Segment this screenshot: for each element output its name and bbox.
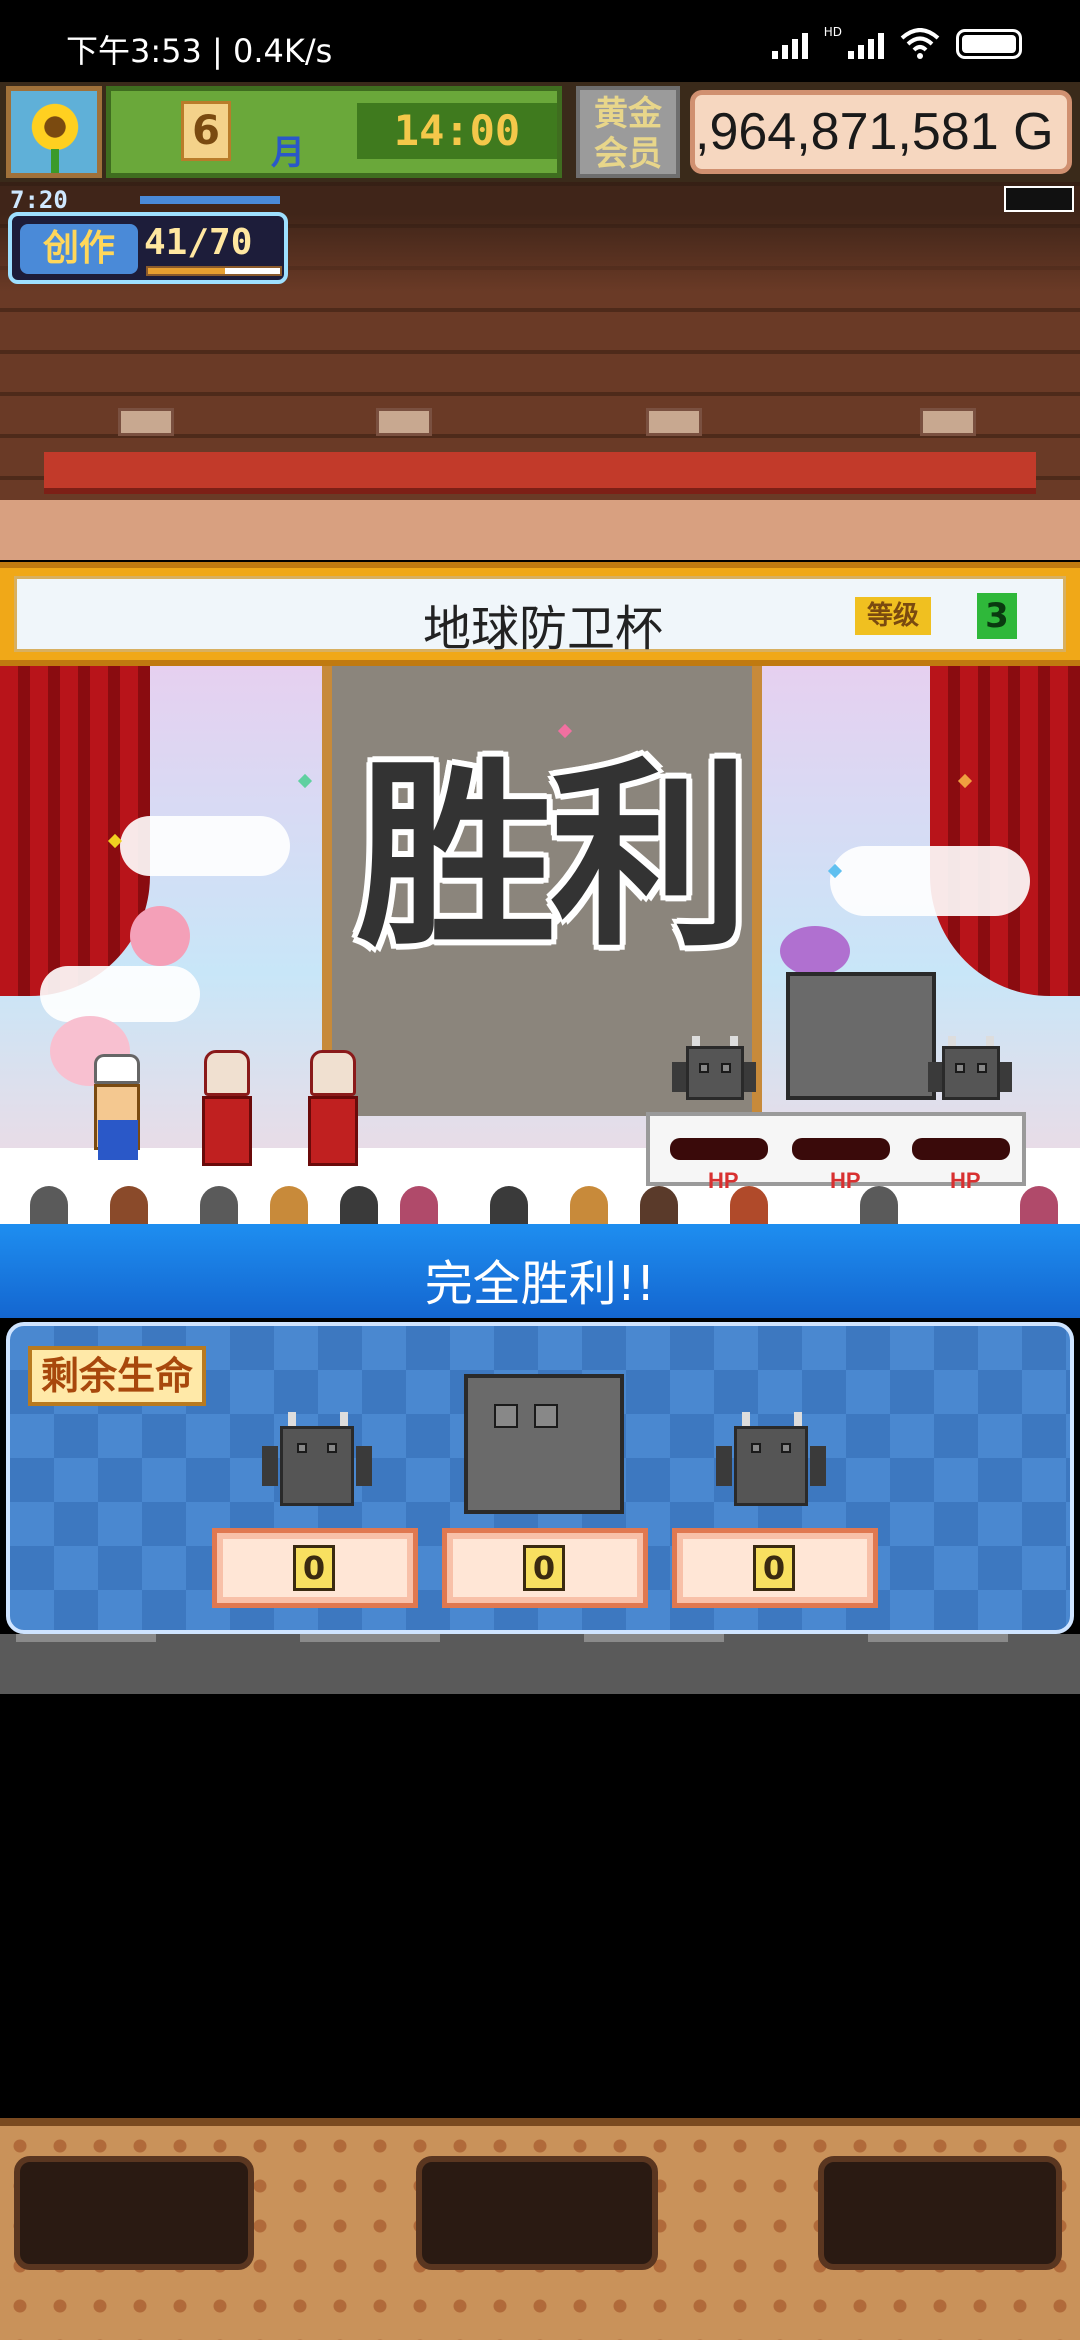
battle-arena: 胜利 HP HP HP bbox=[0, 666, 1080, 1224]
date-time-panel: 6 月 14:00 bbox=[106, 86, 562, 178]
wall-vent bbox=[646, 408, 702, 436]
bottom-menu bbox=[0, 2118, 1080, 2340]
audience-member bbox=[30, 1186, 68, 1224]
red-counter bbox=[44, 452, 1036, 494]
imp-enemy-icon bbox=[928, 1036, 1012, 1106]
audience-member bbox=[860, 1186, 898, 1224]
create-progress-fill bbox=[148, 268, 226, 274]
victory-text: 胜利 bbox=[355, 739, 750, 974]
create-count: 41/70 bbox=[144, 222, 253, 263]
rank-value: 3 bbox=[977, 593, 1017, 639]
game-hud: 6 月 14:00 黄金 会员 ,964,871,581 G bbox=[0, 82, 1080, 182]
audience-member bbox=[400, 1186, 438, 1224]
hp-label: HP bbox=[830, 1168, 861, 1193]
gold-amount: ,964,871,581 G bbox=[690, 90, 1072, 174]
tournament-banner: 地球防卫杯 等级 3 bbox=[0, 562, 1080, 666]
enemy-lives-value: 0 bbox=[753, 1545, 795, 1591]
cloud bbox=[40, 966, 200, 1022]
menu-slot-center[interactable] bbox=[416, 2156, 658, 2270]
enemy-lives-box: 0 bbox=[672, 1528, 878, 1608]
boss-icon bbox=[464, 1374, 624, 1514]
status-bar: 下午3:53 | 0.4K/s HD bbox=[0, 0, 1080, 82]
imp-enemy-icon bbox=[672, 1036, 756, 1106]
enemy-lives-value: 0 bbox=[523, 1545, 565, 1591]
enemy-lives-box: 0 bbox=[212, 1528, 418, 1608]
game-clock: 14:00 bbox=[357, 103, 557, 159]
hp-bar bbox=[670, 1138, 768, 1160]
audience-member bbox=[640, 1186, 678, 1224]
enemy-lives-value: 0 bbox=[293, 1545, 335, 1591]
hd-label: HD bbox=[823, 25, 842, 39]
mini-indicator bbox=[1004, 186, 1074, 212]
status-icons: HD bbox=[771, 25, 1022, 62]
imp-icon bbox=[716, 1412, 826, 1512]
studio-floor bbox=[0, 500, 1080, 560]
audience-member bbox=[570, 1186, 608, 1224]
cake-decoration bbox=[130, 906, 190, 966]
wifi-icon bbox=[900, 28, 940, 59]
menu-slot-right[interactable] bbox=[818, 2156, 1062, 2270]
sunflower-portrait-icon[interactable] bbox=[6, 86, 102, 178]
audience-member bbox=[110, 1186, 148, 1224]
month-number: 6 bbox=[181, 101, 231, 161]
remaining-lives-label: 剩余生命 bbox=[28, 1346, 206, 1406]
wall-vent bbox=[376, 408, 432, 436]
menu-slot-left[interactable] bbox=[14, 2156, 254, 2270]
create-timer-bar bbox=[140, 196, 280, 204]
audience-member bbox=[200, 1186, 238, 1224]
hp-label: HP bbox=[708, 1168, 739, 1193]
studio-scene: 7:20 创作 41/70 bbox=[0, 182, 1080, 560]
gold-member-badge[interactable]: 黄金 会员 bbox=[576, 86, 680, 178]
signal-icon bbox=[771, 29, 808, 59]
result-panel-shadow bbox=[0, 1634, 1080, 1694]
audience-member bbox=[340, 1186, 378, 1224]
knight-character bbox=[196, 1050, 258, 1168]
chef-character bbox=[88, 1054, 150, 1170]
knight-character bbox=[302, 1050, 364, 1168]
audience-member bbox=[490, 1186, 528, 1224]
enemy-lives-box: 0 bbox=[442, 1528, 648, 1608]
cloud bbox=[830, 846, 1030, 916]
hp-bar bbox=[792, 1138, 890, 1160]
hp-bar bbox=[912, 1138, 1010, 1160]
audience-member bbox=[730, 1186, 768, 1224]
create-label: 创作 bbox=[20, 224, 138, 274]
battery-icon bbox=[956, 29, 1022, 59]
result-panel: 剩余生命 0 0 0 bbox=[6, 1322, 1074, 1634]
imp-icon bbox=[262, 1412, 372, 1512]
gold-member-label: 黄金 会员 bbox=[594, 94, 662, 174]
hd-signal-icon bbox=[848, 29, 884, 59]
month-unit: 月 bbox=[271, 133, 305, 173]
result-title: 完全胜利!! bbox=[424, 1256, 656, 1312]
status-time-speed: 下午3:53 | 0.4K/s bbox=[66, 32, 333, 70]
boss-enemy-icon bbox=[786, 972, 936, 1100]
result-header: 完全胜利!! bbox=[0, 1224, 1080, 1318]
right-curtain bbox=[930, 666, 1080, 996]
wall-vent bbox=[920, 408, 976, 436]
hp-label: HP bbox=[950, 1168, 981, 1193]
cloud bbox=[120, 816, 290, 876]
create-progress-bar bbox=[146, 266, 282, 276]
audience-member bbox=[270, 1186, 308, 1224]
rank-label: 等级 bbox=[855, 597, 931, 635]
create-timer: 7:20 bbox=[10, 186, 68, 214]
wall-vent bbox=[118, 408, 174, 436]
enemy-stage: HP HP HP bbox=[646, 1112, 1026, 1193]
create-panel[interactable]: 创作 41/70 bbox=[8, 212, 288, 284]
audience-member bbox=[1020, 1186, 1058, 1224]
